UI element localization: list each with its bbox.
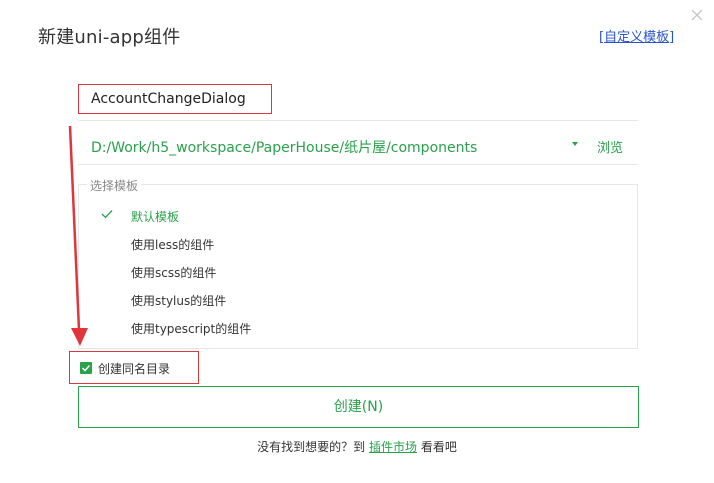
template-group-legend: 选择模板	[87, 177, 142, 194]
chevron-down-icon[interactable]	[572, 142, 578, 146]
path-select[interactable]: D:/Work/h5_workspace/PaperHouse/纸片屋/comp…	[91, 137, 477, 157]
template-item-less[interactable]: 使用less的组件	[131, 236, 214, 253]
custom-template-close-bracket: ]	[669, 30, 675, 45]
footer-hint: 没有找到想要的？到 插件市场 看看吧	[0, 438, 714, 455]
custom-template-link[interactable]: 自定义模板	[604, 30, 669, 45]
path-row: D:/Work/h5_workspace/PaperHouse/纸片屋/comp…	[78, 128, 638, 165]
template-item-stylus[interactable]: 使用stylus的组件	[131, 292, 226, 309]
template-item-default[interactable]: 默认模板	[131, 208, 179, 225]
template-item-scss[interactable]: 使用scss的组件	[131, 264, 216, 281]
component-name-row	[78, 84, 638, 121]
close-icon[interactable]	[688, 6, 706, 24]
create-dir-label[interactable]: 创建同名目录	[98, 360, 170, 377]
checkbox-check-icon	[81, 364, 91, 372]
custom-template-link-group: [自定义模板]	[599, 26, 674, 45]
footer-suffix: 看看吧	[420, 440, 457, 454]
check-icon	[101, 210, 113, 219]
browse-button[interactable]: 浏览	[597, 137, 623, 156]
new-component-dialog: 新建uni-app组件 [自定义模板] D:/Work/h5_workspace…	[0, 0, 714, 483]
create-dir-option: 创建同名目录	[69, 351, 199, 384]
create-button[interactable]: 创建(N)	[78, 386, 639, 428]
plugin-market-link[interactable]: 插件市场	[369, 440, 417, 454]
create-dir-checkbox[interactable]	[80, 362, 92, 374]
component-name-input[interactable]	[78, 84, 272, 114]
dialog-title: 新建uni-app组件	[38, 27, 181, 48]
template-item-typescript[interactable]: 使用typescript的组件	[131, 320, 251, 337]
template-group: 选择模板 默认模板 使用less的组件 使用scss的组件 使用stylus的组…	[78, 177, 638, 349]
footer-prefix: 没有找到想要的？到	[257, 440, 366, 454]
